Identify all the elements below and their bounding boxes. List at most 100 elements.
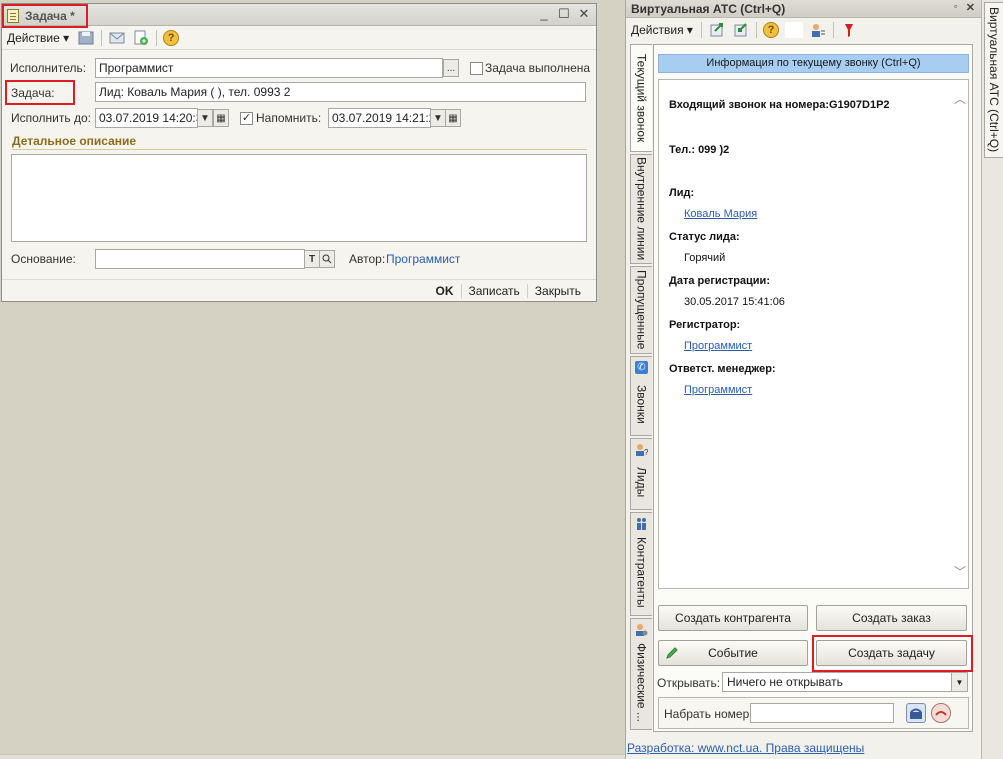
chevron-down-icon[interactable]: ▼ bbox=[951, 673, 967, 691]
marker-icon[interactable] bbox=[840, 22, 858, 38]
tab-current-call[interactable]: Текущий звонок bbox=[630, 44, 652, 152]
ok-button[interactable]: OK bbox=[429, 284, 461, 298]
remind-checkbox[interactable]: ✓ bbox=[240, 112, 253, 125]
toolbar-separator bbox=[156, 29, 158, 46]
atc-titlebar: Виртуальная АТС (Ctrl+Q) ◦ ✕ bbox=[626, 0, 981, 18]
remind-calendar-icon[interactable]: ▦ bbox=[445, 109, 461, 127]
status-label: Статус лида: bbox=[669, 231, 740, 243]
lead-link[interactable]: Коваль Мария bbox=[684, 208, 757, 220]
registrar-link[interactable]: Программист bbox=[684, 340, 752, 352]
atc-actions-menu[interactable]: Действия ▾ bbox=[631, 23, 693, 37]
pencil-icon bbox=[665, 646, 679, 663]
toolbar-separator bbox=[755, 22, 757, 38]
atc-current-call-page: Информация по текущему звонку (Ctrl+Q) В… bbox=[653, 44, 973, 732]
close-form-button[interactable]: Закрыть bbox=[526, 283, 588, 298]
blank-icon[interactable] bbox=[784, 22, 803, 38]
create-contractor-button[interactable]: Создать контрагента bbox=[658, 605, 808, 631]
remind-label: Напомнить: bbox=[256, 111, 322, 125]
phone-info: Тел.: 099 )2 bbox=[669, 144, 730, 156]
toolbar-separator bbox=[832, 22, 834, 38]
basis-type-button[interactable]: T bbox=[304, 250, 320, 268]
toolbar-separator bbox=[101, 29, 103, 46]
executor-label: Исполнитель: bbox=[10, 61, 87, 75]
atc-title: Виртуальная АТС (Ctrl+Q) bbox=[631, 1, 786, 16]
pin-icon[interactable]: ◦ bbox=[954, 1, 958, 14]
import-icon[interactable] bbox=[732, 22, 750, 38]
completed-checkbox[interactable] bbox=[470, 62, 483, 75]
dial-panel: Набрать номер: bbox=[658, 697, 969, 729]
phone-icon: ✆ bbox=[635, 361, 648, 374]
open-select[interactable]: Ничего не открывать ▼ bbox=[722, 672, 968, 692]
info-scrollbar[interactable]: ︿ ﹀ bbox=[952, 80, 968, 588]
atc-vertical-tabs: Текущий звонок Внутренние линии Пропущен… bbox=[630, 44, 652, 734]
task-window: Задача * _ ☐ ✕ Действие ▾ ? Исполнитель:… bbox=[1, 3, 597, 302]
tab-individuals[interactable]: Физические ... bbox=[630, 618, 652, 730]
side-tab-virtual-atc[interactable]: Виртуальная АТС (Ctrl+Q) bbox=[984, 2, 1003, 158]
save-button[interactable]: Записать bbox=[460, 283, 527, 298]
call-info-header: Информация по текущему звонку (Ctrl+Q) bbox=[658, 54, 969, 73]
task-toolbar: Действие ▾ ? bbox=[2, 26, 596, 50]
scroll-down-icon[interactable]: ﹀ bbox=[954, 563, 966, 580]
manager-link[interactable]: Программист bbox=[684, 384, 752, 396]
tab-missed[interactable]: Пропущенные bbox=[630, 266, 652, 354]
tab-leads[interactable]: ? Лиды bbox=[630, 438, 652, 510]
remind-date-field[interactable]: 03.07.2019 14:21:24 bbox=[328, 108, 431, 128]
incoming-label: Входящий звонок на номера:G1907D1P2 bbox=[669, 99, 890, 111]
event-button[interactable]: Событие bbox=[658, 640, 808, 666]
executor-field[interactable]: Программист bbox=[95, 58, 443, 78]
due-dropdown-button[interactable]: ▼ bbox=[197, 109, 213, 127]
save-disk-icon[interactable] bbox=[77, 30, 95, 46]
open-label: Открывать: bbox=[657, 676, 721, 690]
atc-close-button[interactable]: ✕ bbox=[966, 1, 975, 14]
reg-date-label: Дата регистрации: bbox=[669, 275, 770, 287]
basis-search-icon[interactable] bbox=[319, 250, 335, 268]
executor-select-button[interactable]: ... bbox=[443, 59, 459, 77]
tab-internal-lines[interactable]: Внутренние линии bbox=[630, 154, 652, 264]
virtual-atc-panel: Виртуальная АТС (Ctrl+Q) ◦ ✕ Действия ▾ … bbox=[625, 0, 981, 759]
tab-contractors[interactable]: Контрагенты bbox=[630, 512, 652, 616]
task-window-titlebar: Задача * _ ☐ ✕ bbox=[2, 4, 596, 28]
task-subject-field[interactable]: Лид: Коваль Мария ( ), тел. 0993 2 bbox=[95, 82, 586, 102]
scroll-up-icon[interactable]: ︿ bbox=[954, 90, 966, 107]
export-icon[interactable] bbox=[708, 22, 726, 38]
details-divider bbox=[12, 149, 587, 150]
minimize-button[interactable]: _ bbox=[538, 7, 550, 21]
contractors-icon bbox=[635, 517, 648, 530]
reg-date-value: 30.05.2017 15:41:06 bbox=[684, 296, 785, 308]
hangup-icon[interactable] bbox=[931, 703, 951, 723]
status-bar bbox=[0, 754, 625, 759]
svg-text:?: ? bbox=[644, 448, 648, 456]
manager-label: Ответст. менеджер: bbox=[669, 363, 776, 375]
atc-toolbar: Действия ▾ ? bbox=[626, 18, 981, 42]
call-phone-icon[interactable] bbox=[906, 703, 926, 723]
maximize-button[interactable]: ☐ bbox=[558, 7, 570, 21]
person-icon bbox=[635, 623, 648, 636]
atc-help-icon[interactable]: ? bbox=[762, 22, 779, 38]
close-button[interactable]: ✕ bbox=[578, 7, 590, 21]
create-task-button[interactable]: Создать задачу bbox=[816, 640, 967, 666]
lead-label: Лид: bbox=[669, 187, 695, 199]
author-link[interactable]: Программист bbox=[386, 252, 460, 266]
basis-label: Основание: bbox=[11, 252, 76, 266]
tab-calls[interactable]: ✆ Звонки bbox=[630, 356, 652, 436]
author-label: Автор: bbox=[349, 252, 386, 266]
task-title-highlight[interactable]: Задача * bbox=[2, 4, 88, 28]
details-textarea[interactable] bbox=[11, 154, 587, 242]
developer-link[interactable]: Разработка: www.nct.ua. Права защищены bbox=[627, 741, 864, 755]
lead-icon: ? bbox=[635, 443, 649, 457]
action-menu[interactable]: Действие ▾ bbox=[7, 31, 69, 45]
help-icon[interactable]: ? bbox=[163, 29, 180, 46]
create-order-button[interactable]: Создать заказ bbox=[816, 605, 967, 631]
task-footer: OK Записать Закрыть bbox=[2, 279, 596, 301]
envelope-icon[interactable] bbox=[108, 30, 126, 46]
add-document-icon[interactable] bbox=[132, 30, 150, 46]
dial-number-input[interactable] bbox=[750, 703, 894, 723]
users-settings-icon[interactable] bbox=[809, 22, 827, 38]
due-date-field[interactable]: 03.07.2019 14:20:34 bbox=[95, 108, 198, 128]
basis-field[interactable] bbox=[95, 249, 305, 269]
due-label: Исполнить до: bbox=[11, 111, 91, 125]
remind-dropdown-button[interactable]: ▼ bbox=[430, 109, 446, 127]
registrar-label: Регистратор: bbox=[669, 319, 741, 331]
due-calendar-icon[interactable]: ▦ bbox=[213, 109, 229, 127]
status-value: Горячий bbox=[684, 252, 726, 264]
